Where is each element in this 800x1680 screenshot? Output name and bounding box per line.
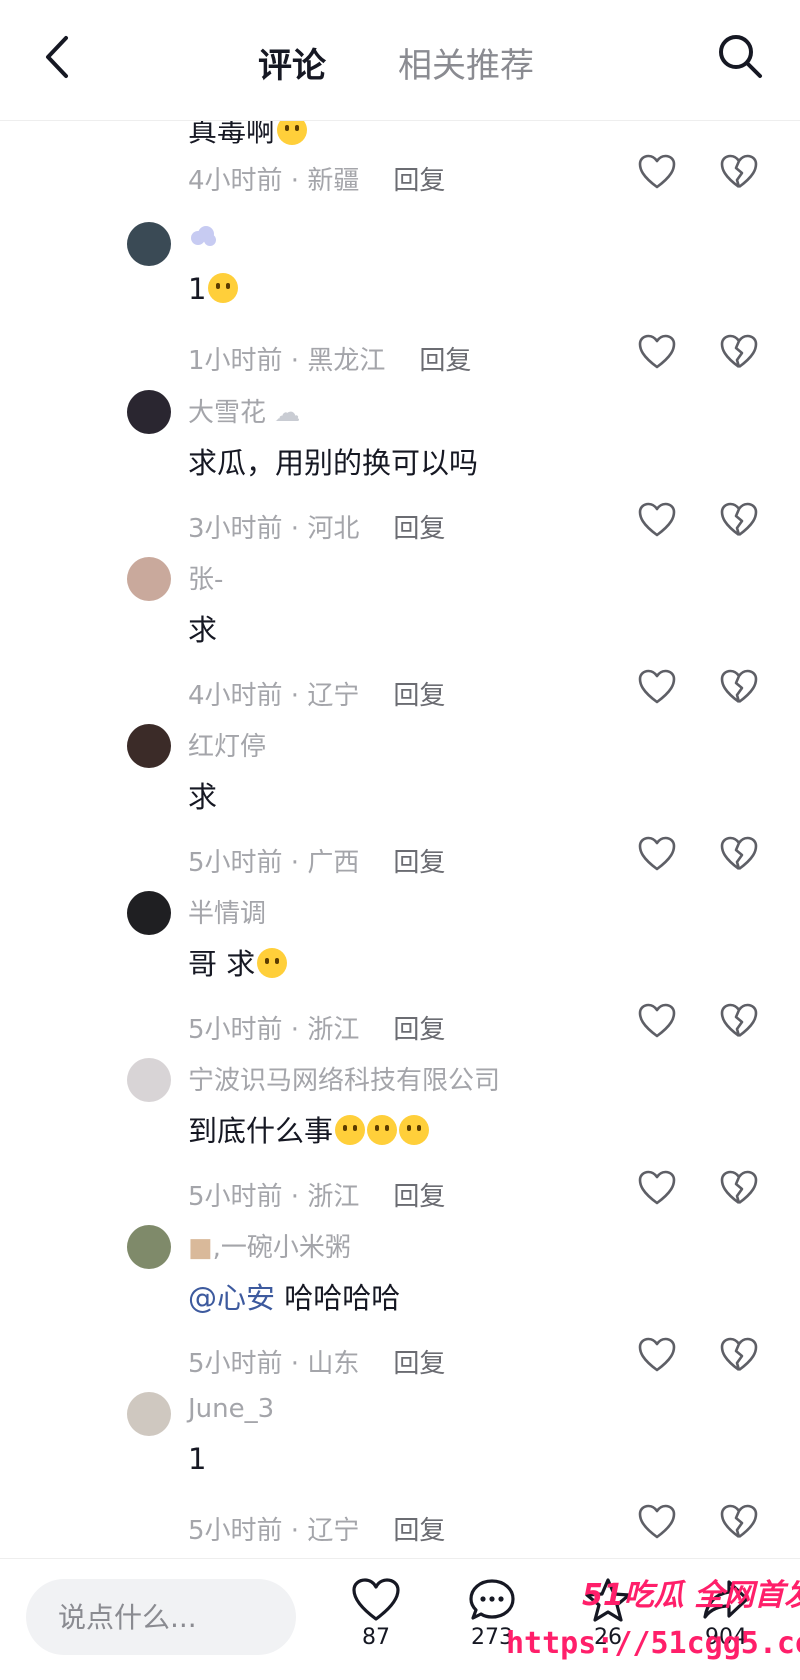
reply-button[interactable]: 回复 [419, 346, 471, 376]
emoji-icon [367, 1115, 398, 1145]
avatar[interactable] [127, 222, 171, 266]
emoji-icon [335, 1115, 366, 1145]
comment-item: 半情调 哥 求 5小时前 · 浙江 回复 [0, 891, 800, 1059]
comment-item: 1 1小时前 · 黑龙江 回复 [0, 222, 800, 390]
reply-button[interactable]: 回复 [393, 848, 445, 878]
avatar[interactable] [127, 1225, 171, 1269]
avatar[interactable] [127, 1058, 171, 1102]
reply-button[interactable]: 回复 [393, 166, 445, 196]
comment-text: 1 [188, 272, 207, 306]
avatar[interactable] [127, 1392, 171, 1436]
tab-bar: 评论 相关推荐 [0, 30, 800, 90]
comment-item: June_3 1 5小时前 · 辽宁 回复 [0, 1392, 800, 1558]
reply-button[interactable]: 回复 [393, 514, 445, 544]
username[interactable]: ,一碗小米粥 [213, 1233, 351, 1263]
username[interactable]: June_3 [188, 1394, 274, 1424]
avatar[interactable] [127, 891, 171, 935]
watermark-url: https://51cgg5.com [506, 1626, 800, 1661]
comment-list[interactable]: 真毒啊 4小时前 · 新疆 回复 1 1小时前 · 黑龙江 回复 大雪花 ☁ 求瓜，… [0, 120, 800, 1558]
like-count: 87 [362, 1625, 390, 1650]
broken-heart-icon[interactable] [720, 1003, 758, 1039]
comment-text: 求 [188, 613, 218, 647]
comment-text: 求瓜，用别的换可以吗 [188, 446, 479, 480]
cloud-icon [191, 226, 216, 246]
comment-meta: 4小时前 · 新疆 [188, 166, 360, 196]
reply-button[interactable]: 回复 [393, 1516, 445, 1546]
reply-button[interactable]: 回复 [393, 1182, 445, 1212]
comment-item: 红灯停 求 5小时前 · 广西 回复 [0, 724, 800, 892]
comment-meta: 4小时前 · 辽宁 [188, 681, 360, 711]
heart-icon[interactable] [638, 1003, 676, 1039]
heart-icon[interactable] [638, 1337, 676, 1373]
broken-heart-icon[interactable] [720, 1504, 758, 1540]
avatar[interactable] [127, 390, 171, 434]
mention-link[interactable]: @心安 [188, 1281, 275, 1315]
heart-icon[interactable] [638, 1170, 676, 1206]
comment-meta: 1小时前 · 黑龙江 [188, 346, 386, 376]
comment-text: 求 [188, 780, 218, 814]
avatar[interactable] [127, 724, 171, 768]
heart-icon[interactable] [638, 669, 676, 705]
comment-meta: 5小时前 · 浙江 [188, 1182, 360, 1212]
heart-icon[interactable] [638, 502, 676, 538]
broken-heart-icon[interactable] [720, 836, 758, 872]
broken-heart-icon[interactable] [720, 334, 758, 370]
comment-text: 真毒啊 [188, 120, 276, 148]
comment-meta: 5小时前 · 浙江 [188, 1015, 360, 1045]
heart-icon[interactable] [638, 154, 676, 190]
reply-button[interactable]: 回复 [393, 1015, 445, 1045]
username[interactable]: 红灯停 [188, 726, 266, 763]
reply-button[interactable]: 回复 [393, 681, 445, 711]
watermark-title: 51吃瓜 全网首发 [582, 1578, 800, 1613]
broken-heart-icon[interactable] [720, 154, 758, 190]
emoji-icon [399, 1115, 430, 1145]
broken-heart-icon[interactable] [720, 1337, 758, 1373]
bear-icon: ■ [188, 1233, 213, 1263]
comment-input[interactable] [26, 1579, 296, 1655]
speech-bubble-icon [469, 1579, 515, 1620]
comment-item: ■,一碗小米粥 @心安 哈哈哈哈 5小时前 · 山东 回复 [0, 1225, 800, 1393]
comment-meta: 5小时前 · 广西 [188, 848, 360, 878]
like-button[interactable]: 87 [336, 1577, 416, 1677]
broken-heart-icon[interactable] [720, 669, 758, 705]
tab-comments[interactable]: 评论 [258, 38, 326, 87]
heart-icon[interactable] [638, 836, 676, 872]
comment-text: 哈哈哈哈 [284, 1281, 401, 1315]
username[interactable]: 张- [188, 559, 223, 596]
crying-emoji-icon [257, 948, 288, 978]
tab-related[interactable]: 相关推荐 [398, 38, 534, 87]
emoji-icon [277, 120, 308, 145]
avatar[interactable] [127, 557, 171, 601]
crying-emoji-icon [208, 273, 239, 303]
comment-meta: 5小时前 · 辽宁 [188, 1516, 360, 1546]
reply-button[interactable]: 回复 [393, 1349, 445, 1379]
top-bar: 评论 相关推荐 [0, 0, 800, 121]
comment-item: 宁波识马网络科技有限公司 到底什么事 5小时前 · 浙江 回复 [0, 1058, 800, 1226]
username[interactable]: 半情调 [188, 893, 266, 930]
comment-item: 张- 求 4小时前 · 辽宁 回复 [0, 557, 800, 725]
broken-heart-icon[interactable] [720, 502, 758, 538]
comment-meta: 5小时前 · 山东 [188, 1349, 360, 1379]
comment-text: 哥 求 [188, 947, 256, 981]
comment-text: 到底什么事 [188, 1114, 334, 1148]
username[interactable]: 宁波识马网络科技有限公司 [188, 1060, 500, 1097]
snow-cloud-icon: ☁ [274, 398, 301, 428]
heart-icon[interactable] [638, 334, 676, 370]
comment-text: 1 [188, 1442, 207, 1476]
heart-icon [352, 1578, 400, 1621]
comment-meta: 3小时前 · 河北 [188, 514, 360, 544]
comment-item: 大雪花 ☁ 求瓜，用别的换可以吗 3小时前 · 河北 回复 [0, 390, 800, 558]
broken-heart-icon[interactable] [720, 1170, 758, 1206]
heart-icon[interactable] [638, 1504, 676, 1540]
username[interactable]: 大雪花 [188, 398, 266, 428]
search-icon[interactable] [714, 30, 766, 82]
